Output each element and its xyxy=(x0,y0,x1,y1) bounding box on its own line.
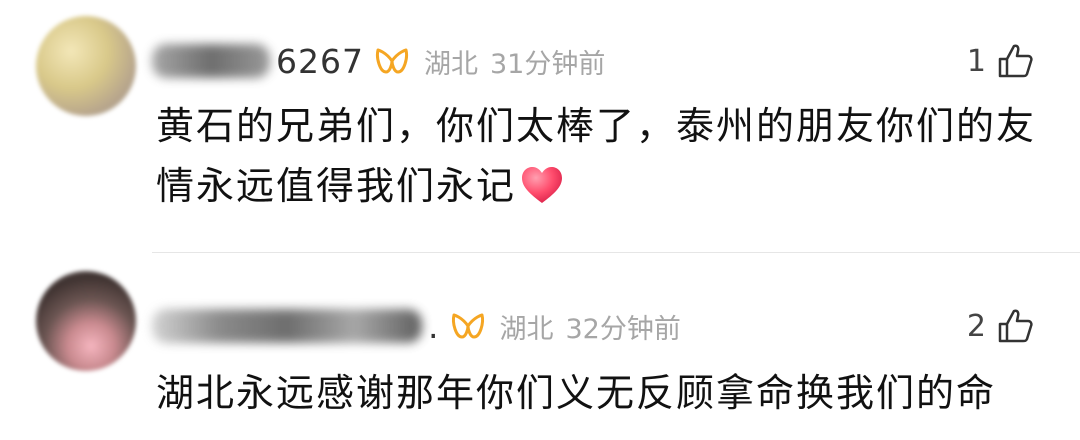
username-redacted xyxy=(152,44,270,78)
username[interactable]: 6267 xyxy=(276,42,364,81)
comment-text: 黄石的兄弟们，你们太棒了，泰州的朋友你们的友情永远值得我们永记 xyxy=(156,104,1037,208)
vip-badge-icon xyxy=(376,48,408,74)
timestamp: 31分钟前 xyxy=(489,48,606,80)
location: 湖北 xyxy=(499,313,554,345)
like-button[interactable]: 2 xyxy=(967,301,1034,351)
thumbs-up-icon xyxy=(998,44,1033,78)
username-redacted xyxy=(152,309,422,343)
comment-text: 湖北永远感谢那年你们义无反顾拿命换我们的命 xyxy=(156,371,997,415)
like-count: 2 xyxy=(966,308,986,344)
like-count: 1 xyxy=(966,43,986,79)
like-button[interactable]: 1 xyxy=(967,36,1034,86)
comment-item: . 湖北 32分钟前 2 湖北永远感谢那年你们义无反顾拿命换我们的命 xyxy=(0,253,1080,440)
vip-badge-icon xyxy=(451,313,484,339)
avatar[interactable] xyxy=(36,271,136,371)
timestamp: 32分钟前 xyxy=(565,313,681,345)
username[interactable]: . xyxy=(428,307,440,346)
comment-item: 6267 湖北 31分钟前 1 黄石的兄弟们，你们太棒了，泰州的朋友你们的友情永… xyxy=(0,0,1080,252)
avatar[interactable] xyxy=(36,16,136,116)
thumbs-up-icon xyxy=(998,309,1033,343)
heart-icon xyxy=(522,167,563,203)
location: 湖北 xyxy=(423,48,478,80)
